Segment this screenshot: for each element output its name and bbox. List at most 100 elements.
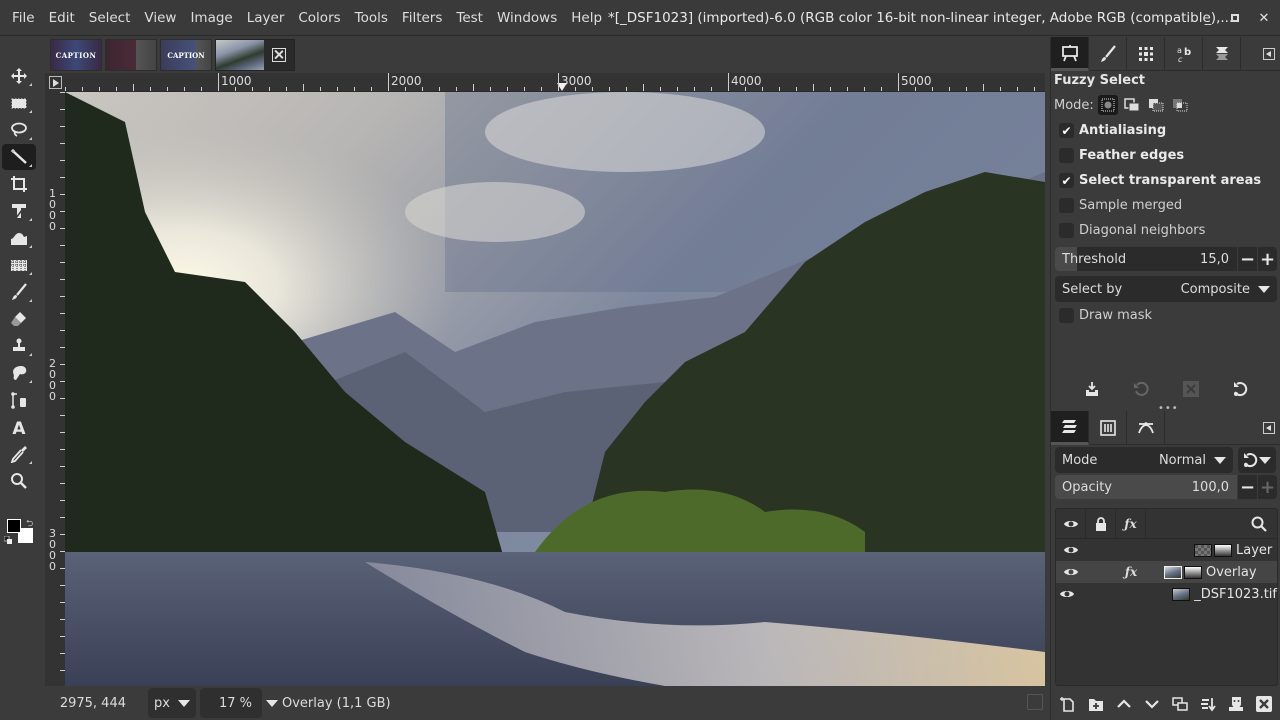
decrement-button[interactable]: − <box>1237 475 1257 499</box>
sample-merged-option[interactable]: Sample merged <box>1059 198 1182 213</box>
decrement-button[interactable]: − <box>1237 247 1257 271</box>
warp-transform-tool[interactable] <box>2 225 36 251</box>
text-tool[interactable]: A <box>2 414 36 440</box>
save-options-button[interactable] <box>1080 377 1104 401</box>
tab-paths[interactable] <box>1127 411 1165 445</box>
menu-view[interactable]: View <box>137 10 183 26</box>
lock-column[interactable] <box>1086 509 1116 538</box>
checkbox-unchecked[interactable] <box>1059 223 1074 238</box>
increment-button[interactable]: + <box>1257 475 1277 499</box>
visibility-column[interactable] <box>1056 509 1086 538</box>
fx-icon[interactable]: ƒx <box>1116 565 1146 579</box>
gradient-tool[interactable] <box>2 252 36 278</box>
tab-patterns[interactable] <box>1127 37 1165 71</box>
menu-tools[interactable]: Tools <box>348 10 395 26</box>
tab-layers[interactable] <box>1051 411 1089 445</box>
paintbrush-tool[interactable] <box>2 279 36 305</box>
layer-name[interactable]: _DSF1023.tif <box>1194 587 1277 602</box>
rect-select-tool[interactable] <box>2 90 36 116</box>
delete-options-button[interactable] <box>1179 377 1203 401</box>
menu-layer[interactable]: Layer <box>240 10 292 26</box>
raise-layer-button[interactable] <box>1113 693 1135 715</box>
move-tool[interactable] <box>2 63 36 89</box>
restore-options-button[interactable] <box>1129 377 1153 401</box>
mode-subtract[interactable] <box>1146 95 1166 115</box>
menu-filters[interactable]: Filters <box>395 10 449 26</box>
checkbox-unchecked[interactable] <box>1059 308 1074 323</box>
crop-tool[interactable] <box>2 171 36 197</box>
swap-colors-icon[interactable]: ⮌ <box>26 516 33 532</box>
menu-select[interactable]: Select <box>82 10 138 26</box>
opacity-spinner[interactable]: Opacity 100,0 − + <box>1055 475 1277 499</box>
layer-name[interactable]: Overlay <box>1206 565 1257 580</box>
feather-edges-option[interactable]: Feather edges <box>1059 148 1184 163</box>
image-tab-2[interactable] <box>105 39 157 71</box>
tab-fonts[interactable]: abc <box>1165 37 1203 71</box>
close-image-icon[interactable] <box>272 48 286 62</box>
unified-transform-tool[interactable] <box>2 198 36 224</box>
foreground-color[interactable] <box>7 519 21 533</box>
visibility-toggle[interactable] <box>1056 566 1086 578</box>
dock-menu-icon[interactable] <box>1263 422 1275 434</box>
visibility-toggle[interactable] <box>1056 544 1086 556</box>
zoom-dropdown-icon[interactable] <box>266 699 278 707</box>
antialiasing-option[interactable]: ✔ Antialiasing <box>1059 123 1166 138</box>
threshold-spinner[interactable]: Threshold 15,0 − + <box>1055 247 1277 271</box>
dock-menu-icon[interactable] <box>1263 48 1275 60</box>
fuzzy-select-tool[interactable] <box>2 144 36 170</box>
draw-mask-option[interactable]: Draw mask <box>1059 308 1152 323</box>
layer-mode-dropdown[interactable]: Mode Normal <box>1055 447 1233 473</box>
diagonal-neighbors-option[interactable]: Diagonal neighbors <box>1059 223 1205 238</box>
search-layers[interactable] <box>1146 509 1277 538</box>
lower-layer-button[interactable] <box>1141 693 1163 715</box>
tab-channels[interactable] <box>1089 411 1127 445</box>
mode-add[interactable] <box>1122 95 1142 115</box>
checkbox-unchecked[interactable] <box>1059 198 1074 213</box>
menu-help[interactable]: Help <box>564 10 609 26</box>
new-layer-button[interactable] <box>1057 693 1079 715</box>
menu-edit[interactable]: Edit <box>42 10 82 26</box>
horizontal-ruler[interactable]: 1000 2000 3000 4000 5000 <box>65 73 1045 92</box>
layer-row[interactable]: _DSF1023.tif <box>1056 583 1277 605</box>
tab-document-history[interactable] <box>1203 37 1241 71</box>
duplicate-layer-button[interactable] <box>1169 693 1191 715</box>
image-tab-1[interactable]: CAPTION <box>50 39 102 71</box>
checkbox-checked[interactable]: ✔ <box>1059 123 1074 138</box>
vertical-ruler[interactable]: 1000 2000 3000 <box>45 92 65 686</box>
image-tab-3[interactable]: CAPTION <box>160 39 212 71</box>
increment-button[interactable]: + <box>1257 247 1277 271</box>
image-tab-active[interactable] <box>215 39 295 71</box>
effects-column[interactable]: ƒx <box>1116 509 1146 538</box>
zoom-input[interactable]: 17 % <box>200 688 262 718</box>
navigate-icon[interactable] <box>1027 694 1043 710</box>
image-canvas[interactable] <box>65 92 1045 686</box>
maximize-button[interactable] <box>1221 0 1249 36</box>
color-picker-tool[interactable] <box>2 441 36 467</box>
unit-selector[interactable]: px <box>148 688 196 718</box>
menu-file[interactable]: File <box>0 10 42 26</box>
new-layer-group-button[interactable] <box>1085 693 1107 715</box>
menu-windows[interactable]: Windows <box>490 10 564 26</box>
select-by-dropdown[interactable]: Select by Composite <box>1055 276 1277 302</box>
menu-image[interactable]: Image <box>183 10 239 26</box>
layer-row-selected[interactable]: ƒx Overlay <box>1056 561 1277 583</box>
delete-layer-button[interactable] <box>1253 693 1275 715</box>
reset-options-button[interactable] <box>1228 377 1252 401</box>
minimize-button[interactable]: _ <box>1194 0 1222 36</box>
layer-row[interactable]: Layer <box>1056 539 1277 561</box>
paths-tool[interactable] <box>2 387 36 413</box>
merge-layer-button[interactable] <box>1197 693 1219 715</box>
mode-intersect[interactable] <box>1170 95 1190 115</box>
select-transparent-option[interactable]: ✔ Select transparent areas <box>1059 173 1261 188</box>
visibility-toggle[interactable] <box>1056 588 1079 600</box>
tab-tool-options[interactable] <box>1051 37 1089 71</box>
zoom-tool[interactable] <box>2 468 36 494</box>
mode-replace[interactable] <box>1097 95 1118 115</box>
quick-mask-toggle[interactable] <box>45 73 65 92</box>
checkbox-unchecked[interactable] <box>1059 148 1074 163</box>
free-select-tool[interactable] <box>2 117 36 143</box>
checkbox-checked[interactable]: ✔ <box>1059 173 1074 188</box>
clone-tool[interactable] <box>2 333 36 359</box>
add-mask-button[interactable] <box>1225 693 1247 715</box>
menu-test[interactable]: Test <box>449 10 490 26</box>
